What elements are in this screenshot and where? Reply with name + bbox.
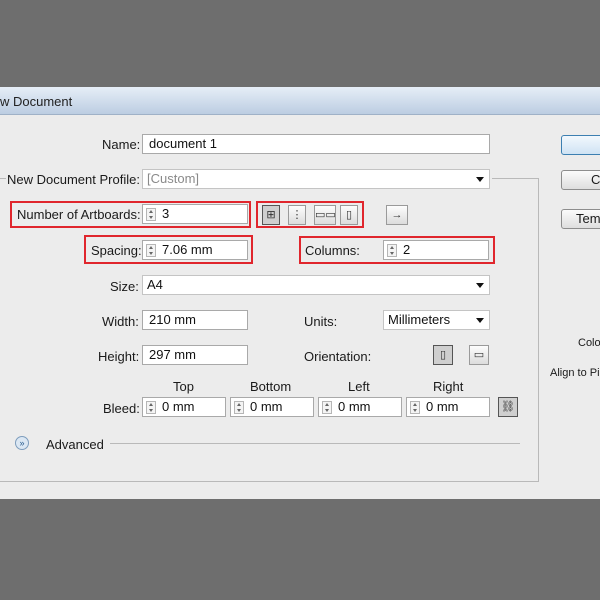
templates-button[interactable]: Tem <box>561 209 600 229</box>
bleed-bottom-spinner[interactable] <box>234 401 244 414</box>
height-label: Height: <box>98 349 140 364</box>
height-input[interactable]: 297 mm <box>142 345 248 365</box>
bleed-left-input[interactable]: 0 mm <box>318 397 402 417</box>
size-label: Size: <box>110 279 139 294</box>
chevron-down-icon <box>476 318 484 323</box>
size-dropdown[interactable]: A4 <box>142 275 490 295</box>
expand-chevron-icon[interactable]: » <box>15 436 29 450</box>
units-label: Units: <box>304 314 338 329</box>
bleed-bottom-input[interactable]: 0 mm <box>230 397 314 417</box>
width-input[interactable]: 210 mm <box>142 310 248 330</box>
orientation-label: Orientation: <box>304 349 372 364</box>
group-box-right-line <box>538 178 539 481</box>
columns-highlight <box>299 236 495 264</box>
bleed-right-header: Right <box>433 379 464 394</box>
dialog-title: w Document <box>0 94 73 109</box>
units-value: Millimeters <box>388 312 451 327</box>
chain-link-icon[interactable]: ⛓ <box>498 397 518 417</box>
bleed-right-input[interactable]: 0 mm <box>406 397 490 417</box>
ok-button[interactable] <box>561 135 600 155</box>
landscape-icon[interactable]: ▭ <box>469 345 489 365</box>
group-box-bottom-line <box>0 481 539 482</box>
profile-label: New Document Profile: <box>7 172 140 187</box>
portrait-icon[interactable]: ▯ <box>433 345 453 365</box>
cancel-button[interactable]: Co <box>561 170 600 190</box>
right-to-left-arrow-icon[interactable]: → <box>386 205 408 225</box>
profile-dropdown[interactable]: [Custom] <box>142 169 490 189</box>
bleed-left-spinner[interactable] <box>322 401 332 414</box>
bleed-right-spinner[interactable] <box>410 401 420 414</box>
bleed-top-value: 0 mm <box>162 399 195 414</box>
bleed-left-value: 0 mm <box>338 399 371 414</box>
name-label: Name: <box>102 137 141 152</box>
artboards-highlight <box>10 201 251 228</box>
profile-value: [Custom] <box>147 171 200 186</box>
group-box-top-line-right <box>492 178 538 179</box>
name-input[interactable]: document 1 <box>142 134 490 154</box>
bleed-left-header: Left <box>348 379 370 394</box>
align-to-pixel-grid-label: Align to Pi <box>550 367 600 379</box>
spacing-highlight <box>84 235 253 264</box>
chevron-down-icon <box>476 283 484 288</box>
group-box-top-line <box>0 178 6 179</box>
bleed-bottom-header: Bottom <box>250 379 292 394</box>
chevron-down-icon <box>476 177 484 182</box>
layout-icons-highlight <box>256 201 364 228</box>
bleed-bottom-value: 0 mm <box>250 399 283 414</box>
units-dropdown[interactable]: Millimeters <box>383 310 490 330</box>
bleed-top-input[interactable]: 0 mm <box>142 397 226 417</box>
advanced-label[interactable]: Advanced <box>46 437 104 452</box>
bleed-top-header: Top <box>173 379 194 394</box>
bleed-top-spinner[interactable] <box>146 401 156 414</box>
size-value: A4 <box>147 277 163 292</box>
bleed-right-value: 0 mm <box>426 399 459 414</box>
color-mode-label: Colo <box>578 337 600 349</box>
new-document-dialog: w Document Name: document 1 New Document… <box>0 87 600 499</box>
bleed-label: Bleed: <box>103 401 140 416</box>
advanced-divider <box>110 443 520 444</box>
width-label: Width: <box>102 314 139 329</box>
title-bar: w Document <box>0 87 600 115</box>
